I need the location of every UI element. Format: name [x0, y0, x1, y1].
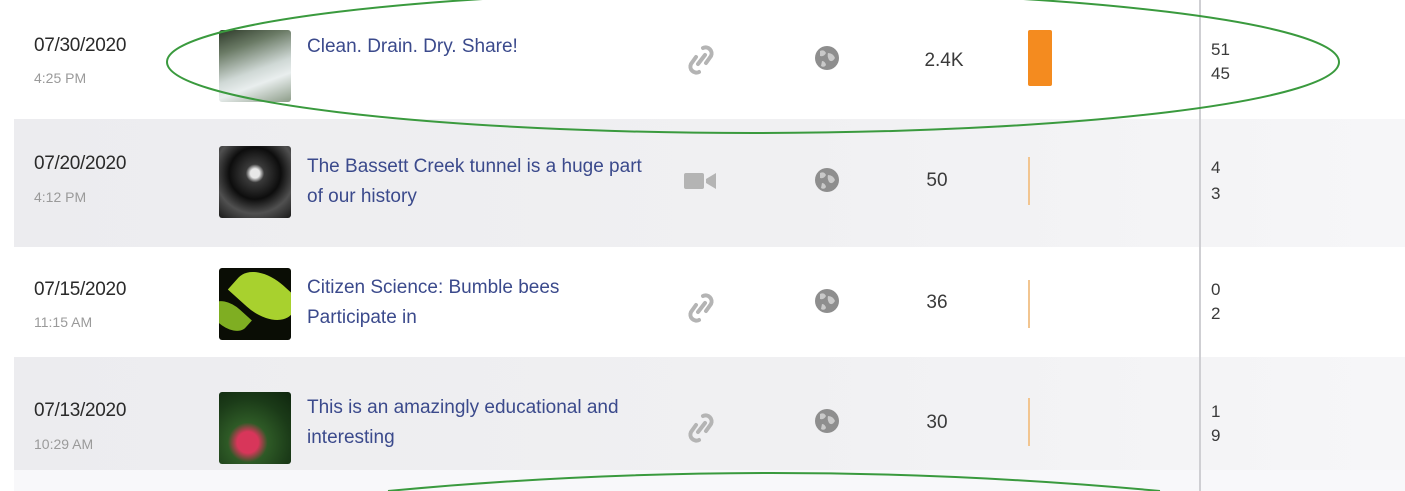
post-time: 4:12 PM [34, 189, 87, 205]
globe-icon [815, 46, 839, 70]
reach-value: 30 [926, 412, 948, 433]
engagement-bottom: 3 [1211, 184, 1221, 203]
post-title-link[interactable]: The Bassett Creek tunnel is a huge part … [307, 152, 647, 212]
flower-thumbnail[interactable] [219, 392, 291, 464]
leaf-thumbnail[interactable] [219, 268, 291, 340]
reach-bar [1028, 30, 1052, 86]
post-title-link[interactable]: Citizen Science: Bumble bees Participate… [307, 273, 647, 333]
tunnel-thumbnail[interactable] [219, 146, 291, 218]
post-date: 07/20/2020 [34, 153, 127, 174]
link-icon [688, 293, 714, 323]
reach-value: 36 [926, 292, 948, 313]
posts-table: 07/30/2020 4:25 PM Clean. Drain. Dry. Sh… [0, 0, 1405, 491]
reach-bar [1028, 157, 1030, 205]
engagement-top: 4 [1211, 158, 1221, 177]
engagement-bottom: 2 [1211, 304, 1221, 323]
globe-icon [815, 289, 839, 313]
link-icon [688, 413, 714, 443]
table-row[interactable] [0, 470, 1405, 491]
link-icon [688, 45, 714, 75]
reach-value: 2.4K [924, 50, 964, 71]
reach-bar [1028, 398, 1030, 446]
post-time: 10:29 AM [34, 436, 94, 452]
engagement-top: 0 [1211, 280, 1221, 299]
post-time: 4:25 PM [34, 70, 87, 86]
reach-bar-fill [1028, 30, 1052, 86]
video-icon [684, 173, 716, 189]
engagement-top: 1 [1211, 402, 1221, 421]
reach-bar [1028, 280, 1030, 328]
post-date: 07/13/2020 [34, 400, 127, 421]
post-time: 11:15 AM [34, 314, 93, 330]
post-title-link[interactable]: Clean. Drain. Dry. Share! [307, 32, 647, 62]
column-divider [1199, 0, 1201, 491]
table-left-border [0, 0, 14, 491]
globe-icon [815, 168, 839, 192]
globe-icon [815, 409, 839, 433]
engagement-top: 51 [1211, 40, 1230, 59]
river-thumbnail[interactable] [219, 30, 291, 102]
engagement-bottom: 9 [1211, 426, 1221, 445]
post-date: 07/30/2020 [34, 35, 127, 56]
post-date: 07/15/2020 [34, 279, 127, 300]
engagement-bottom: 45 [1211, 64, 1230, 83]
reach-value: 50 [926, 170, 948, 191]
post-title-link[interactable]: This is an amazingly educational and int… [307, 393, 647, 453]
